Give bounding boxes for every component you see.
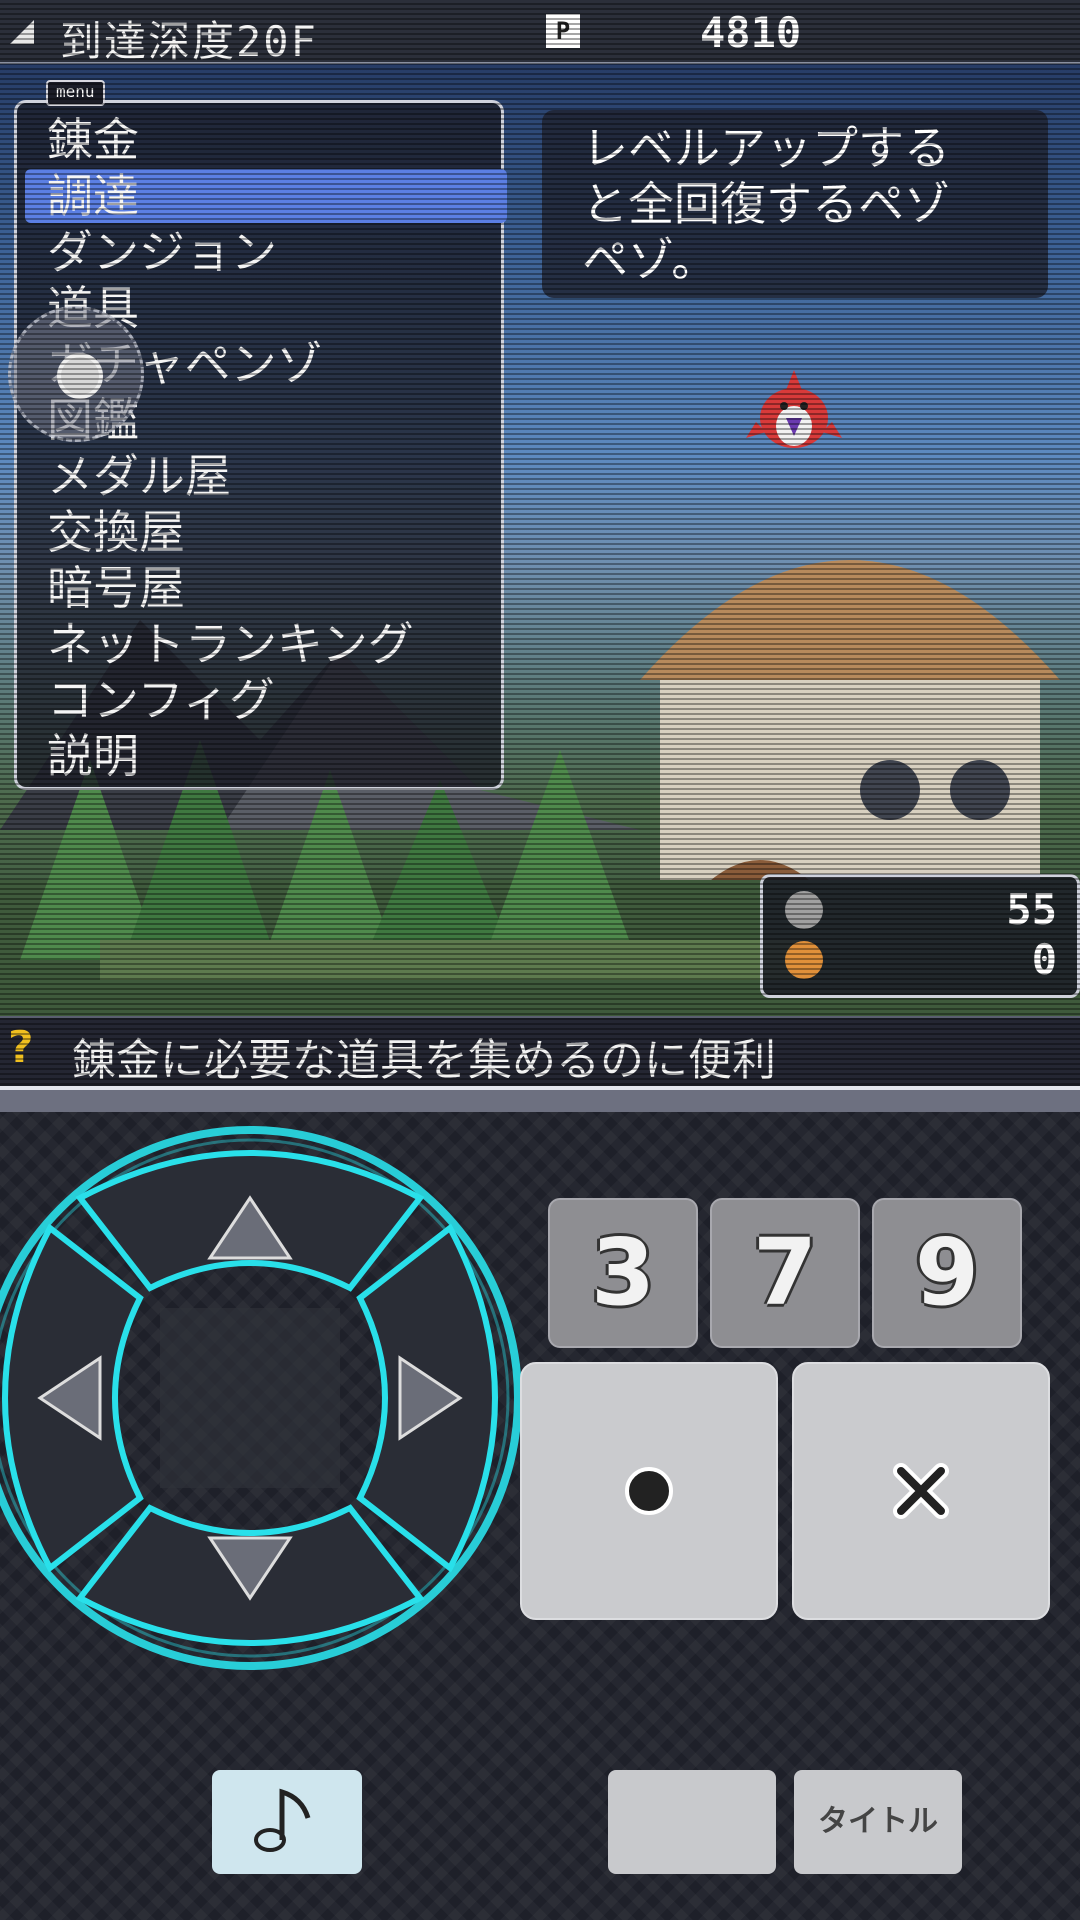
cross-button[interactable] <box>792 1362 1050 1620</box>
circle-icon <box>625 1467 673 1515</box>
dpad-down-button[interactable] <box>75 1504 425 1646</box>
hint-bar: ? 錬金に必要な道具を集めるのに便利 <box>0 1016 1080 1085</box>
gear-value: 55 <box>1006 885 1057 934</box>
dpad-right-button[interactable] <box>356 1223 498 1573</box>
points-icon: P <box>546 14 580 48</box>
clock-button[interactable] <box>8 306 144 442</box>
key-3-button[interactable]: 3 <box>548 1198 698 1348</box>
screen-divider <box>0 1086 1080 1112</box>
coin-value: 0 <box>1031 935 1057 984</box>
menu-item-alchemy[interactable]: 錬金 <box>47 113 139 167</box>
signal-icon <box>10 20 34 44</box>
key-9-button[interactable]: 9 <box>872 1198 1022 1348</box>
menu-item-medal-shop[interactable]: メダル屋 <box>47 449 231 503</box>
gear-icon <box>785 891 823 929</box>
cross-icon <box>893 1463 949 1519</box>
hint-text: 錬金に必要な道具を集めるのに便利 <box>72 1035 776 1085</box>
info-line-2: と全回復するペゾ <box>582 177 950 231</box>
info-message-box: レベルアップする と全回復するペゾ ペゾ。 <box>542 110 1048 298</box>
resource-panel: 55 0 <box>760 874 1080 998</box>
status-bar: 到達深度20F P 4810 <box>0 0 1080 66</box>
main-menu: 錬金 調達 ダンジョン 道具 ガチャペンゾ 図鑑 メダル屋 交換屋 暗号屋 ネッ… <box>14 100 507 790</box>
info-line-1: レベルアップする <box>582 121 950 175</box>
game-screen: 到達深度20F P 4810 錬金 調達 ダンジョン 道具 ガチャペンゾ 図鑑 … <box>0 0 1080 1085</box>
depth-label: 到達深度20F <box>60 17 318 66</box>
info-line-3: ペゾ。 <box>582 233 718 287</box>
menu-label: menu <box>46 80 105 106</box>
key-7-button[interactable]: 7 <box>710 1198 860 1348</box>
menu-item-exchange-shop[interactable]: 交換屋 <box>47 505 185 559</box>
menu-item-config[interactable]: コンフィグ <box>47 673 275 727</box>
coin-icon <box>785 941 823 979</box>
blank-button[interactable] <box>608 1770 776 1874</box>
music-note-icon <box>254 1788 311 1852</box>
menu-item-net-ranking[interactable]: ネットランキング <box>47 617 414 671</box>
dpad-center <box>160 1308 340 1488</box>
menu-item-procure[interactable]: 調達 <box>25 169 507 223</box>
menu-item-code-shop[interactable]: 暗号屋 <box>47 561 185 615</box>
music-button[interactable] <box>212 1770 362 1874</box>
money-value: 4810 <box>700 8 802 57</box>
dpad <box>0 1126 522 1670</box>
clock-icon <box>57 353 103 399</box>
bird-character <box>746 370 842 448</box>
menu-item-instructions[interactable]: 説明 <box>47 729 139 783</box>
title-button[interactable]: タイトル <box>794 1770 962 1874</box>
circle-button[interactable] <box>520 1362 778 1620</box>
dpad-left-button[interactable] <box>2 1223 144 1573</box>
menu-item-dungeon[interactable]: ダンジョン <box>47 225 277 279</box>
question-icon: ? <box>8 1022 34 1073</box>
dpad-up-button[interactable] <box>75 1150 425 1292</box>
